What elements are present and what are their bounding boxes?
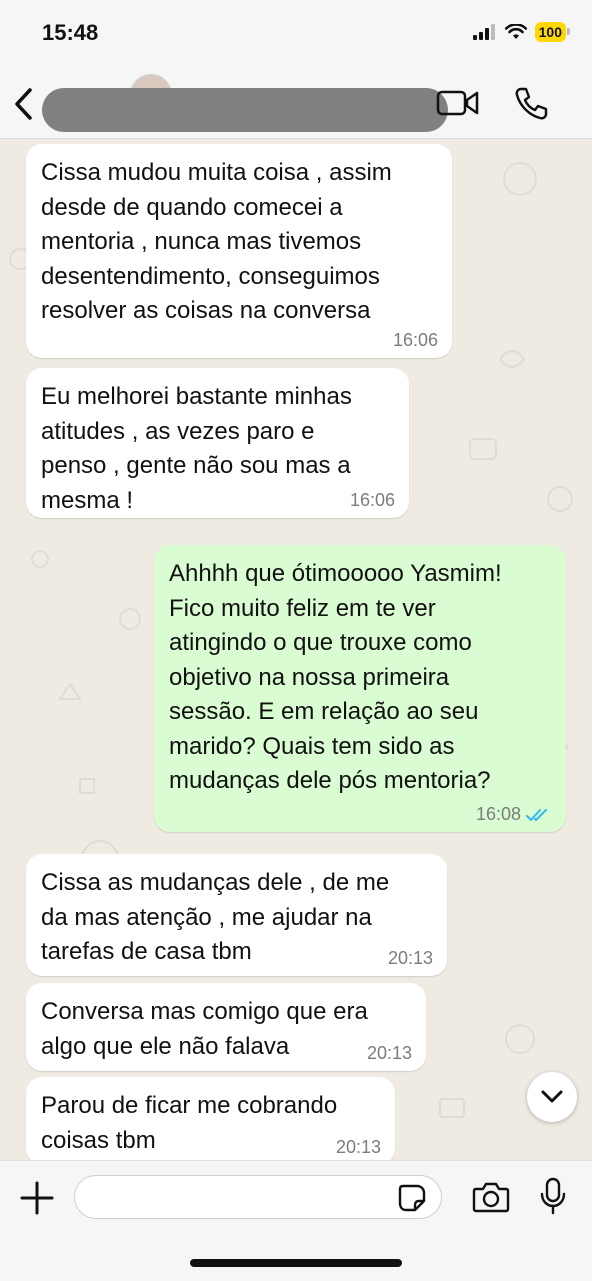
- status-icons: 100: [472, 22, 571, 42]
- message-time: 16:06: [349, 490, 395, 510]
- camera-icon[interactable]: [472, 1181, 510, 1213]
- incoming-message-bubble[interactable]: Parou de ficar me cobrando coisas tbm 20…: [26, 1077, 395, 1160]
- plus-icon[interactable]: [20, 1181, 54, 1215]
- scroll-to-bottom-button[interactable]: [527, 1072, 577, 1122]
- phone-call-icon[interactable]: [513, 86, 549, 122]
- read-receipt-double-check-icon: [526, 809, 547, 822]
- microphone-icon[interactable]: [540, 1177, 566, 1215]
- message-time: 20:13: [387, 948, 433, 968]
- video-call-icon[interactable]: [436, 88, 480, 118]
- battery-icon: 100: [534, 22, 571, 42]
- message-text: Cissa as mudanças dele , de me da mas at…: [41, 869, 390, 965]
- message-text: Parou de ficar me cobrando coisas tbm: [41, 1092, 338, 1154]
- message-time: 16:08: [475, 804, 521, 824]
- chevron-down-icon: [541, 1090, 563, 1103]
- outgoing-message-bubble[interactable]: Ahhhh que ótimooooo Yasmim! Fico muito f…: [154, 545, 566, 832]
- message-text: Cissa mudou muita coisa , assim desde de…: [41, 159, 392, 324]
- message-time: 16:06: [392, 330, 438, 350]
- chat-area[interactable]: Cissa mudou muita coisa , assim desde de…: [0, 139, 592, 1160]
- message-time: 20:13: [335, 1137, 381, 1157]
- incoming-message-bubble[interactable]: Cissa mudou muita coisa , assim desde de…: [26, 144, 452, 358]
- wifi-icon: [504, 24, 527, 39]
- contact-name-redacted[interactable]: [42, 88, 448, 132]
- chat-header: [0, 70, 592, 139]
- back-chevron-icon[interactable]: [10, 86, 40, 122]
- incoming-message-bubble[interactable]: Cissa as mudanças dele , de me da mas at…: [26, 854, 447, 976]
- message-text: Eu melhorei bastante minhas atitudes , a…: [41, 383, 352, 514]
- cellular-signal-icon: [472, 24, 495, 40]
- message-input-box[interactable]: [74, 1175, 442, 1219]
- home-indicator[interactable]: [190, 1259, 402, 1267]
- status-bar: 15:48 100: [0, 0, 592, 70]
- message-time: 20:13: [366, 1043, 412, 1063]
- message-text: Conversa mas comigo que era algo que ele…: [41, 998, 368, 1060]
- incoming-message-bubble[interactable]: Eu melhorei bastante minhas atitudes , a…: [26, 368, 409, 518]
- status-time: 15:48: [42, 20, 99, 45]
- sticker-icon[interactable]: [397, 1183, 427, 1213]
- message-input[interactable]: [91, 1176, 395, 1218]
- message-time-status: 16:08: [476, 804, 552, 824]
- message-text: Ahhhh que ótimooooo Yasmim! Fico muito f…: [169, 560, 502, 794]
- incoming-message-bubble[interactable]: Conversa mas comigo que era algo que ele…: [26, 983, 426, 1071]
